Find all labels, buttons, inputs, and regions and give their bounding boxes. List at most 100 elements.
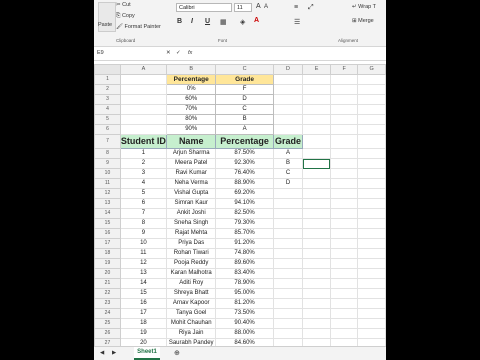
- row-header[interactable]: 7: [94, 134, 121, 149]
- grow-font-icon[interactable]: A: [256, 3, 261, 10]
- student-cell[interactable]: 92.30%: [215, 158, 274, 169]
- cell[interactable]: [329, 148, 359, 159]
- column-header-b[interactable]: B: [165, 64, 217, 75]
- student-cell[interactable]: Simran Kaur: [165, 198, 217, 209]
- cell[interactable]: [357, 198, 386, 209]
- student-cell[interactable]: [272, 258, 304, 269]
- cell[interactable]: [302, 298, 331, 309]
- cell[interactable]: [302, 124, 331, 135]
- cell[interactable]: [357, 328, 386, 339]
- student-cell[interactable]: [272, 188, 304, 199]
- cell[interactable]: [329, 124, 359, 135]
- lookup-cell[interactable]: 70%: [165, 104, 217, 115]
- cell[interactable]: [329, 198, 359, 209]
- cell[interactable]: [329, 258, 359, 269]
- student-cell[interactable]: 4: [119, 178, 167, 189]
- cell[interactable]: [302, 288, 331, 299]
- cell[interactable]: [302, 104, 331, 115]
- student-cell[interactable]: 69.20%: [215, 188, 274, 199]
- cell[interactable]: [357, 238, 386, 249]
- cell-table[interactable]: A B C D E F G 1 Percentage Grade 2 0% F 3 60% D 4 70% C 5 80…: [94, 64, 386, 349]
- row-header[interactable]: 24: [94, 308, 121, 319]
- cell[interactable]: [357, 178, 386, 189]
- student-cell[interactable]: Tanya Goel: [165, 308, 217, 319]
- student-cell[interactable]: 76.40%: [215, 168, 274, 179]
- student-cell[interactable]: [272, 268, 304, 279]
- student-cell[interactable]: 7: [119, 208, 167, 219]
- cell[interactable]: [329, 238, 359, 249]
- worksheet-grid[interactable]: A B C D E F G 1 Percentage Grade 2 0% F 3 60% D 4 70% C 5 80…: [94, 64, 386, 349]
- cell[interactable]: [357, 114, 386, 125]
- cell[interactable]: [329, 168, 359, 179]
- student-cell[interactable]: B: [272, 158, 304, 169]
- student-cell[interactable]: 18: [119, 318, 167, 329]
- row-header[interactable]: 6: [94, 124, 121, 135]
- student-cell[interactable]: 2: [119, 158, 167, 169]
- underline-button[interactable]: U: [205, 18, 210, 25]
- column-header-f[interactable]: F: [329, 64, 359, 75]
- student-cell[interactable]: 8: [119, 218, 167, 229]
- student-cell[interactable]: 95.00%: [215, 288, 274, 299]
- borders-icon[interactable]: ▦: [220, 18, 227, 26]
- row-header[interactable]: 20: [94, 268, 121, 279]
- student-cell[interactable]: D: [272, 178, 304, 189]
- student-header-cell[interactable]: Percentage: [215, 134, 274, 149]
- cell[interactable]: [302, 148, 331, 159]
- student-cell[interactable]: 6: [119, 198, 167, 209]
- cell[interactable]: [119, 84, 167, 95]
- student-cell[interactable]: 10: [119, 238, 167, 249]
- row-header[interactable]: 21: [94, 278, 121, 289]
- row-header[interactable]: 5: [94, 114, 121, 125]
- cell[interactable]: [357, 318, 386, 329]
- student-cell[interactable]: 82.50%: [215, 208, 274, 219]
- name-box[interactable]: E9: [97, 50, 157, 56]
- cell[interactable]: [357, 298, 386, 309]
- cell[interactable]: [329, 178, 359, 189]
- student-cell[interactable]: 5: [119, 188, 167, 199]
- student-cell[interactable]: 81.20%: [215, 298, 274, 309]
- student-cell[interactable]: Mohit Chauhan: [165, 318, 217, 329]
- copy-button[interactable]: ⎘ Copy: [116, 13, 135, 20]
- cell[interactable]: [329, 84, 359, 95]
- student-header-cell[interactable]: Name: [165, 134, 217, 149]
- cell[interactable]: [302, 268, 331, 279]
- row-header[interactable]: 25: [94, 318, 121, 329]
- cell[interactable]: [302, 94, 331, 105]
- student-cell[interactable]: [272, 238, 304, 249]
- student-cell[interactable]: Arnav Kapoor: [165, 298, 217, 309]
- select-all-corner[interactable]: [94, 64, 121, 75]
- cell[interactable]: [357, 218, 386, 229]
- cell[interactable]: [329, 248, 359, 259]
- student-cell[interactable]: Rajat Mehta: [165, 228, 217, 239]
- cell[interactable]: [302, 198, 331, 209]
- column-header-a[interactable]: A: [119, 64, 167, 75]
- cell[interactable]: [357, 288, 386, 299]
- cell[interactable]: [329, 134, 359, 149]
- fx-label[interactable]: fx: [188, 50, 192, 56]
- student-cell[interactable]: Arjun Sharma: [165, 148, 217, 159]
- column-header-e[interactable]: E: [302, 64, 331, 75]
- row-header[interactable]: 15: [94, 218, 121, 229]
- cell[interactable]: [357, 308, 386, 319]
- student-cell[interactable]: Shreya Bhatt: [165, 288, 217, 299]
- cell[interactable]: [357, 208, 386, 219]
- row-header[interactable]: 2: [94, 84, 121, 95]
- cell[interactable]: [302, 228, 331, 239]
- cell[interactable]: [302, 84, 331, 95]
- cell[interactable]: [302, 208, 331, 219]
- cell[interactable]: [302, 74, 331, 85]
- student-cell[interactable]: [272, 318, 304, 329]
- column-header-c[interactable]: C: [215, 64, 274, 75]
- student-cell[interactable]: 17: [119, 308, 167, 319]
- cancel-icon[interactable]: ✕: [166, 50, 171, 56]
- cell[interactable]: [329, 158, 359, 169]
- student-cell[interactable]: Meera Patel: [165, 158, 217, 169]
- row-header[interactable]: 19: [94, 258, 121, 269]
- student-cell[interactable]: 19: [119, 328, 167, 339]
- student-header-cell[interactable]: Student ID: [119, 134, 167, 149]
- student-cell[interactable]: [272, 208, 304, 219]
- student-cell[interactable]: 11: [119, 248, 167, 259]
- cell[interactable]: [329, 94, 359, 105]
- lookup-cell[interactable]: 60%: [165, 94, 217, 105]
- sheet-tab[interactable]: Sheet1: [134, 347, 160, 360]
